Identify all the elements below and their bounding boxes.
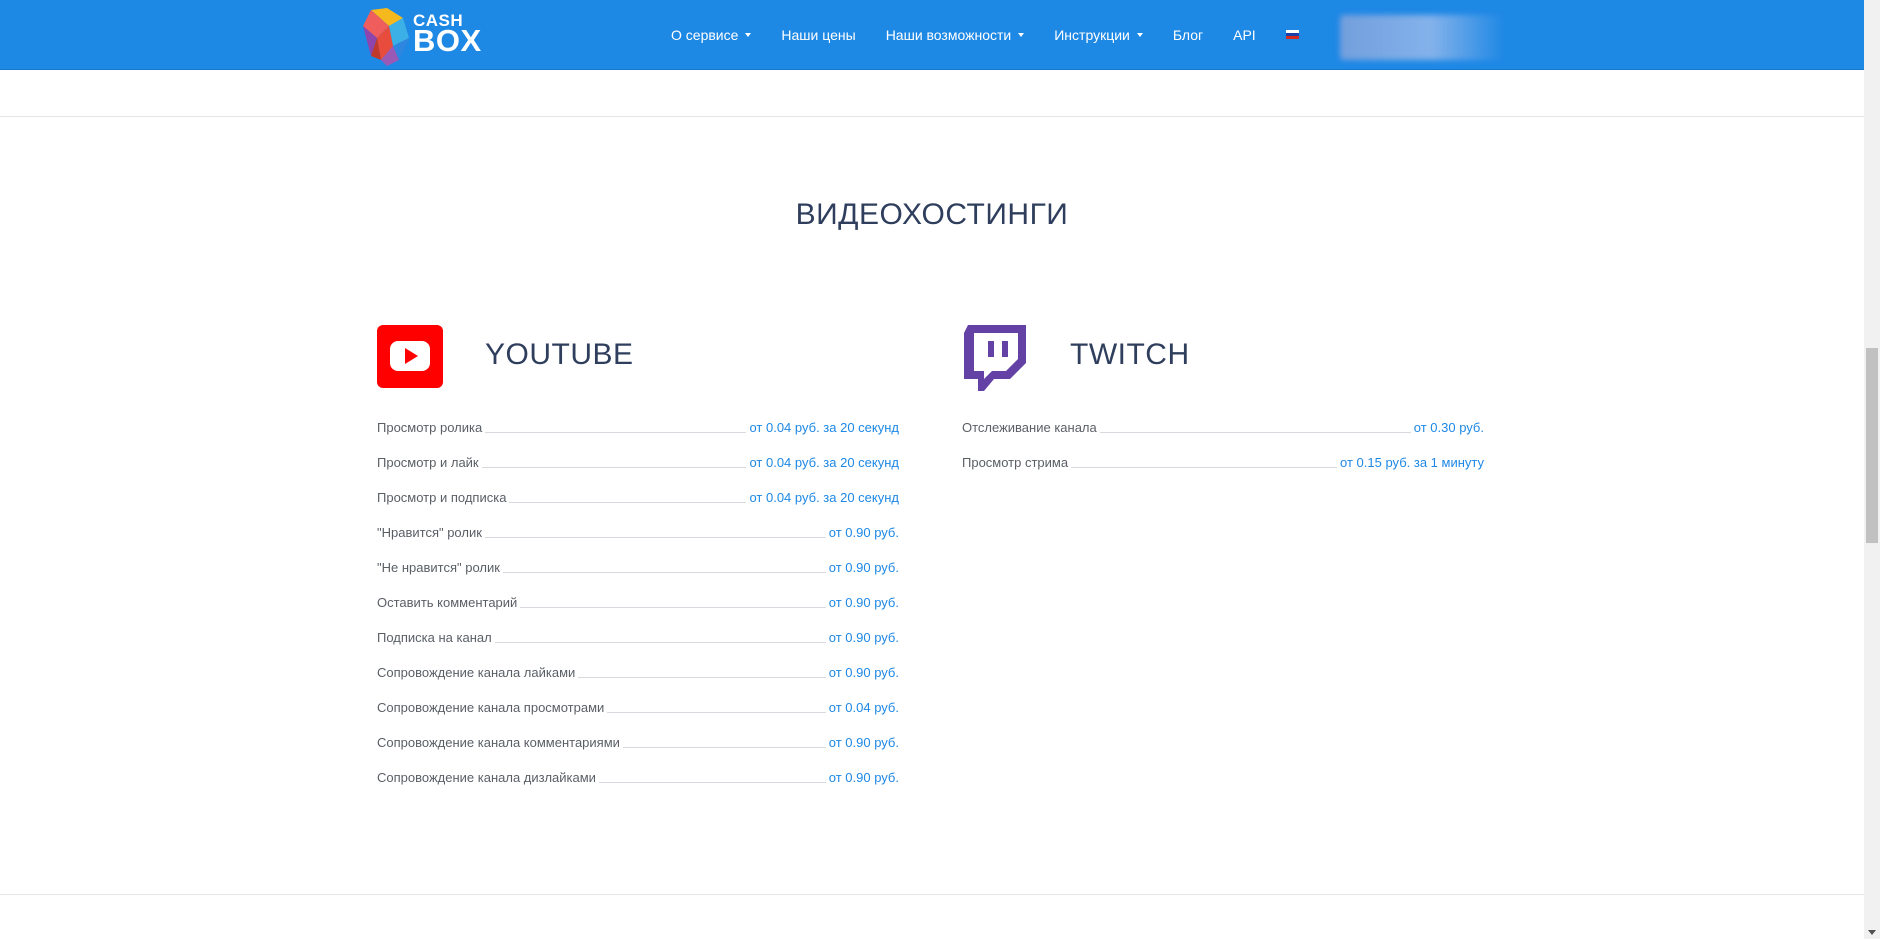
service-price: от 0.90 руб. bbox=[828, 665, 899, 680]
dotted-leader bbox=[1099, 432, 1411, 433]
section-title: ВИДЕОХОСТИНГИ bbox=[795, 198, 1069, 231]
nav-about[interactable]: О сервисе bbox=[671, 26, 752, 43]
service-price: от 0.90 руб. bbox=[828, 560, 899, 575]
nav-blog[interactable]: Блог bbox=[1173, 27, 1203, 43]
youtube-price-list: Просмотр ролика от 0.04 руб. за 20 секунд… bbox=[377, 420, 899, 786]
price-row[interactable]: Просмотр стрима от 0.15 руб. за 1 минуту bbox=[962, 436, 1484, 471]
service-price: от 0.90 руб. bbox=[828, 630, 899, 645]
dotted-leader bbox=[607, 712, 826, 713]
service-name: Просмотр и лайк bbox=[377, 455, 479, 470]
price-row[interactable]: "Нравится" ролик от 0.90 руб. bbox=[377, 506, 899, 541]
dotted-leader bbox=[598, 782, 826, 783]
dotted-leader bbox=[1071, 467, 1338, 468]
service-name: Сопровождение канала лайками bbox=[377, 665, 576, 680]
service-name: Сопровождение канала комментариями bbox=[377, 735, 620, 750]
user-account-blurred[interactable] bbox=[1340, 15, 1505, 60]
price-row[interactable]: Подписка на канал от 0.90 руб. bbox=[377, 611, 899, 646]
chevron-down-icon bbox=[1136, 32, 1143, 37]
service-price: от 0.90 руб. bbox=[828, 525, 899, 540]
youtube-icon bbox=[377, 325, 443, 388]
dotted-leader bbox=[481, 467, 747, 468]
price-row[interactable]: "Не нравится" ролик от 0.90 руб. bbox=[377, 541, 899, 576]
service-price: от 0.90 руб. bbox=[828, 735, 899, 750]
dotted-leader bbox=[578, 677, 826, 678]
service-price: от 0.90 руб. bbox=[828, 770, 899, 785]
youtube-title: YOUTUBE bbox=[485, 338, 634, 371]
main-nav: О сервисе Наши цены Наши возможности Инс… bbox=[671, 0, 1299, 69]
chevron-down-icon bbox=[745, 32, 752, 37]
nav-features-label: Наши возможности bbox=[885, 26, 1012, 43]
service-name: Просмотр ролика bbox=[377, 420, 483, 435]
service-price: от 0.04 руб. за 20 секунд bbox=[749, 455, 899, 470]
twitch-icon bbox=[964, 325, 1026, 391]
service-price: от 0.04 руб. bbox=[828, 700, 899, 715]
price-row[interactable]: Сопровождение канала просмотрами от 0.04 … bbox=[377, 681, 899, 716]
section-divider-top bbox=[0, 116, 1864, 117]
logo-crystal-icon bbox=[363, 8, 409, 66]
service-price: от 0.90 руб. bbox=[828, 595, 899, 610]
price-row[interactable]: Просмотр и лайк от 0.04 руб. за 20 секунд bbox=[377, 436, 899, 471]
nav-prices-label: Наши цены bbox=[781, 26, 856, 43]
service-name: Сопровождение канала просмотрами bbox=[377, 700, 605, 715]
price-row[interactable]: Сопровождение канала лайками от 0.90 руб. bbox=[377, 646, 899, 681]
dotted-leader bbox=[509, 502, 747, 503]
nav-about-label: О сервисе bbox=[671, 26, 739, 43]
cashbox-logo[interactable]: CASH BOX bbox=[363, 8, 483, 72]
price-row[interactable]: Оставить комментарий от 0.90 руб. bbox=[377, 576, 899, 611]
nav-blog-label: Блог bbox=[1172, 26, 1204, 43]
service-name: "Нравится" ролик bbox=[377, 525, 482, 540]
chevron-down-icon bbox=[1018, 32, 1025, 37]
service-name: Подписка на канал bbox=[377, 630, 492, 645]
dotted-leader bbox=[494, 642, 826, 643]
top-navbar: CASH BOX О сервисе Наши цены Наши возмож… bbox=[0, 0, 1864, 70]
scrollbar-thumb[interactable] bbox=[1866, 348, 1878, 543]
dotted-leader bbox=[484, 537, 826, 538]
service-name: Просмотр и подписка bbox=[377, 490, 507, 505]
logo-text-box: BOX bbox=[413, 23, 482, 58]
section-divider-bottom bbox=[0, 894, 1864, 895]
nav-api-label: API bbox=[1233, 26, 1256, 43]
dotted-leader bbox=[485, 432, 747, 433]
price-row[interactable]: Просмотр ролика от 0.04 руб. за 20 секунд bbox=[377, 420, 899, 436]
twitch-pricing: TWITCH Отслеживание канала от 0.30 руб. П… bbox=[962, 325, 1484, 470]
service-name: Сопровождение канала дизлайками bbox=[377, 770, 596, 785]
service-name: "Не нравится" ролик bbox=[377, 560, 500, 575]
service-price: от 0.04 руб. за 20 секунд bbox=[749, 490, 899, 505]
nav-prices[interactable]: Наши цены bbox=[781, 27, 855, 43]
youtube-header: YOUTUBE bbox=[377, 325, 899, 389]
service-price: от 0.30 руб. bbox=[1413, 420, 1484, 435]
flag-ru-icon[interactable] bbox=[1285, 29, 1299, 40]
service-name: Просмотр стрима bbox=[962, 455, 1069, 470]
service-price: от 0.04 руб. за 20 секунд bbox=[749, 420, 899, 435]
scroll-down-arrow-icon[interactable] bbox=[1868, 930, 1876, 935]
twitch-price-list: Отслеживание канала от 0.30 руб. Просмотр… bbox=[962, 420, 1484, 471]
twitch-header: TWITCH bbox=[962, 325, 1484, 391]
twitch-title: TWITCH bbox=[1070, 338, 1190, 371]
dotted-leader bbox=[502, 572, 826, 573]
service-name: Отслеживание канала bbox=[962, 420, 1097, 435]
youtube-pricing: YOUTUBE Просмотр ролика от 0.04 руб. за 2… bbox=[377, 325, 899, 785]
nav-instructions[interactable]: Инструкции bbox=[1054, 27, 1143, 43]
price-row[interactable]: Просмотр и подписка от 0.04 руб. за 20 се… bbox=[377, 471, 899, 506]
nav-api[interactable]: API bbox=[1233, 27, 1256, 43]
dotted-leader bbox=[520, 607, 826, 608]
price-row[interactable]: Сопровождение канала дизлайками от 0.90 р… bbox=[377, 751, 899, 786]
price-row[interactable]: Сопровождение канала комментариями от 0.9… bbox=[377, 716, 899, 751]
service-price: от 0.15 руб. за 1 минуту bbox=[1340, 455, 1484, 470]
service-name: Оставить комментарий bbox=[377, 595, 518, 610]
nav-features[interactable]: Наши возможности bbox=[886, 27, 1025, 43]
dotted-leader bbox=[622, 747, 826, 748]
page-scrollbar[interactable] bbox=[1864, 0, 1880, 939]
price-row[interactable]: Отслеживание канала от 0.30 руб. bbox=[962, 420, 1484, 436]
nav-instructions-label: Инструкции bbox=[1054, 26, 1130, 43]
